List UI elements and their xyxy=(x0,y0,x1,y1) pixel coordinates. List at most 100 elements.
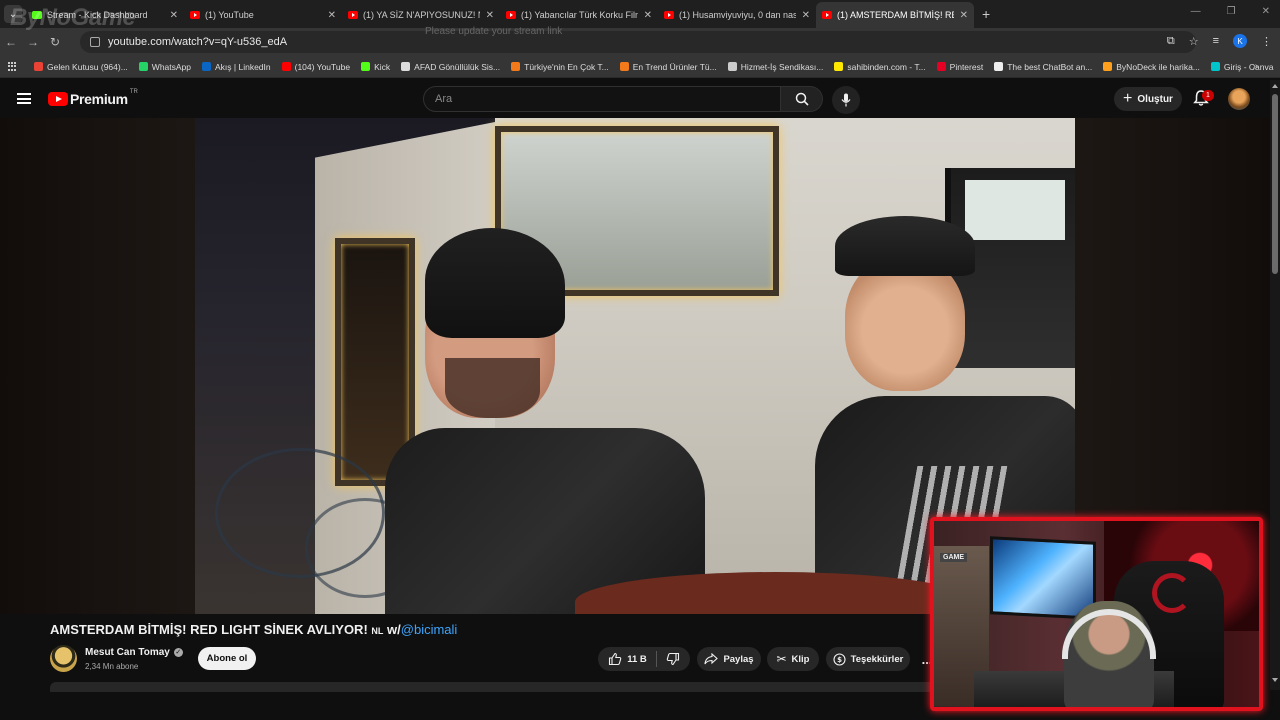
bookmark-label: Hizmet-İş Sendikası... xyxy=(740,61,824,72)
scroll-down-arrow-icon[interactable] xyxy=(1272,678,1278,682)
back-arrow-icon[interactable]: ← xyxy=(0,35,22,49)
browser-menu-icon[interactable]: ⋮ xyxy=(1261,35,1272,48)
youtube-icon xyxy=(506,11,516,19)
page-scrollbar[interactable] xyxy=(1270,80,1280,690)
tab-close-icon[interactable]: ✕ xyxy=(802,10,810,21)
tab-active[interactable]: (1) AMSTERDAM BİTMİŞ! RED L ✕ xyxy=(816,2,974,28)
subscriber-count: 2,34 Mn abone xyxy=(85,662,139,671)
bookmark-favicon-icon xyxy=(1103,62,1113,71)
subscribe-button[interactable]: Abone ol xyxy=(198,647,256,670)
bookmark-item[interactable]: Akış | LinkedIn xyxy=(202,62,271,72)
install-app-icon[interactable]: ⧉ xyxy=(1167,35,1175,48)
webcam-game-sign: GAME xyxy=(940,553,967,562)
restore-icon[interactable]: ❐ xyxy=(1227,6,1236,17)
logo-word: Premium xyxy=(70,91,128,107)
title-mention-link[interactable]: @bicimali xyxy=(401,622,458,637)
microphone-icon xyxy=(841,93,851,107)
tab-search-chevron-icon[interactable]: ⌄ xyxy=(4,5,22,23)
clip-button[interactable]: ✂ Klip xyxy=(767,647,819,671)
tab-close-icon[interactable]: ✕ xyxy=(486,10,494,21)
bookmark-item[interactable]: WhatsApp xyxy=(138,62,191,72)
like-dislike-group: 11 B xyxy=(598,647,690,671)
share-button[interactable]: Paylaş xyxy=(697,647,761,671)
browser-tab[interactable]: (1) Yabancılar Türk Korku Filmle ✕ xyxy=(500,2,658,28)
account-avatar[interactable] xyxy=(1228,88,1250,110)
description-box-edge[interactable] xyxy=(50,682,935,692)
youtube-icon xyxy=(348,11,358,19)
webcam-monitor xyxy=(990,536,1096,620)
verified-check-icon: ✓ xyxy=(173,648,183,657)
video-title: AMSTERDAM BİTMİŞ! RED LIGHT SİNEK AVLIYO… xyxy=(50,622,457,637)
search-input[interactable] xyxy=(423,86,781,112)
browser-tab[interactable]: (1) Husamviyuviyu, 0 dan nası b ✕ xyxy=(658,2,816,28)
minimize-icon[interactable]: — xyxy=(1191,6,1201,17)
scissors-icon: ✂ xyxy=(776,652,787,666)
title-main: AMSTERDAM BİTMİŞ! RED LIGHT SİNEK AVLIYO… xyxy=(50,622,368,637)
bookmark-item[interactable]: sahibinden.com - T... xyxy=(834,61,926,72)
search-box xyxy=(423,86,823,112)
like-count[interactable]: 11 B xyxy=(627,654,647,665)
scroll-up-arrow-icon[interactable] xyxy=(1272,84,1278,88)
voice-search-button[interactable] xyxy=(832,86,860,114)
bookmark-favicon-icon xyxy=(401,62,411,71)
bookmark-item[interactable]: Kick xyxy=(361,62,390,72)
bookmark-label: Gelen Kutusu (964)... xyxy=(47,61,128,72)
apps-grid-icon[interactable] xyxy=(8,61,16,72)
like-thumb-icon[interactable] xyxy=(608,652,622,666)
bookmark-label: The best ChatBot an... xyxy=(1007,61,1093,72)
bookmark-item[interactable]: Gelen Kutusu (964)... xyxy=(34,62,128,72)
bookmark-item[interactable]: Giriş - Canva xyxy=(1210,62,1273,72)
scrollbar-thumb[interactable] xyxy=(1272,94,1278,274)
notification-badge: 1 xyxy=(1202,90,1214,101)
url-field[interactable]: youtube.com/watch?v=qY-u536_edA xyxy=(80,31,1196,53)
youtube-premium-logo[interactable]: Premium TR xyxy=(48,89,138,107)
browser-tab[interactable]: (1) YA SİZ N'APIYOSUNUZ! NET ✕ xyxy=(342,2,500,28)
bookmark-item[interactable]: Pinterest xyxy=(936,61,984,72)
tab-close-icon[interactable]: ✕ xyxy=(328,10,336,21)
media-queue-icon[interactable]: ≡ xyxy=(1213,35,1219,47)
search-button[interactable] xyxy=(781,86,823,112)
browser-tab[interactable]: Stream - Kick Dashboard ✕ xyxy=(26,2,184,28)
bookmark-item[interactable]: ByNoDeck ile harika... xyxy=(1103,62,1200,72)
bookmark-label: En Trend Ürünler Tü... xyxy=(632,61,717,72)
more-bookmarks-icon[interactable]: » xyxy=(1252,61,1258,72)
bookmark-item[interactable]: (104) YouTube xyxy=(281,62,350,72)
new-tab-button[interactable]: + xyxy=(982,6,990,22)
tab-list: Stream - Kick Dashboard ✕ (1) YouTube ✕ (1) … xyxy=(26,0,974,28)
guide-menu-icon[interactable] xyxy=(17,93,31,104)
bookmark-item[interactable]: AFAD Gönüllülük Sis... xyxy=(401,62,500,72)
bookmark-favicon-icon xyxy=(727,62,737,71)
bookmark-item[interactable]: The best ChatBot an... xyxy=(994,62,1092,72)
toolbar-actions: ⧉ ☆ ≡ K ⋮ xyxy=(1167,34,1272,48)
stream-overlay-notice: Please update your stream link xyxy=(425,26,563,37)
profile-avatar[interactable]: K xyxy=(1233,34,1247,48)
site-info-icon[interactable] xyxy=(90,37,100,47)
tab-close-icon[interactable]: ✕ xyxy=(170,10,178,21)
bookmark-favicon-icon xyxy=(202,62,212,71)
address-toolbar: ← → ↻ youtube.com/watch?v=qY-u536_edA xyxy=(0,28,1280,56)
forward-arrow-icon[interactable]: → xyxy=(22,35,44,49)
plus-icon: + xyxy=(1123,90,1133,107)
bookmark-item[interactable]: En Trend Ürünler Tü... xyxy=(619,61,717,72)
browser-tab-strip: ⌄ Stream - Kick Dashboard ✕ (1) YouTube ✕ (1… xyxy=(0,0,1280,28)
bookmark-favicon-icon xyxy=(994,62,1004,71)
bookmark-item[interactable]: Türkiye'nin En Çok T... xyxy=(511,62,609,72)
bookmark-favicon-icon xyxy=(281,62,291,71)
window-controls: — ❐ ✕ xyxy=(1191,6,1270,17)
dislike-thumb-icon[interactable] xyxy=(666,652,680,666)
tab-close-icon[interactable]: ✕ xyxy=(644,10,652,21)
close-window-icon[interactable]: ✕ xyxy=(1262,6,1270,17)
bookmark-label: AFAD Gönüllülük Sis... xyxy=(414,61,501,72)
create-button[interactable]: + Oluştur xyxy=(1114,87,1182,111)
reload-icon[interactable]: ↻ xyxy=(44,35,66,49)
channel-avatar[interactable] xyxy=(50,645,77,672)
bookmark-item[interactable]: Hizmet-İş Sendikası... xyxy=(727,61,824,72)
channel-name[interactable]: Mesut Can Tomay xyxy=(85,647,170,658)
thanks-button[interactable]: $ Teşekkürler xyxy=(826,647,910,671)
browser-tab[interactable]: (1) YouTube ✕ xyxy=(184,2,342,28)
bookmark-star-icon[interactable]: ☆ xyxy=(1189,35,1199,48)
bookmark-label: sahibinden.com - T... xyxy=(847,61,926,72)
tab-close-icon[interactable]: ✕ xyxy=(960,10,968,21)
bookmark-label: Pinterest xyxy=(949,61,984,72)
bookmark-favicon-icon xyxy=(619,62,629,71)
